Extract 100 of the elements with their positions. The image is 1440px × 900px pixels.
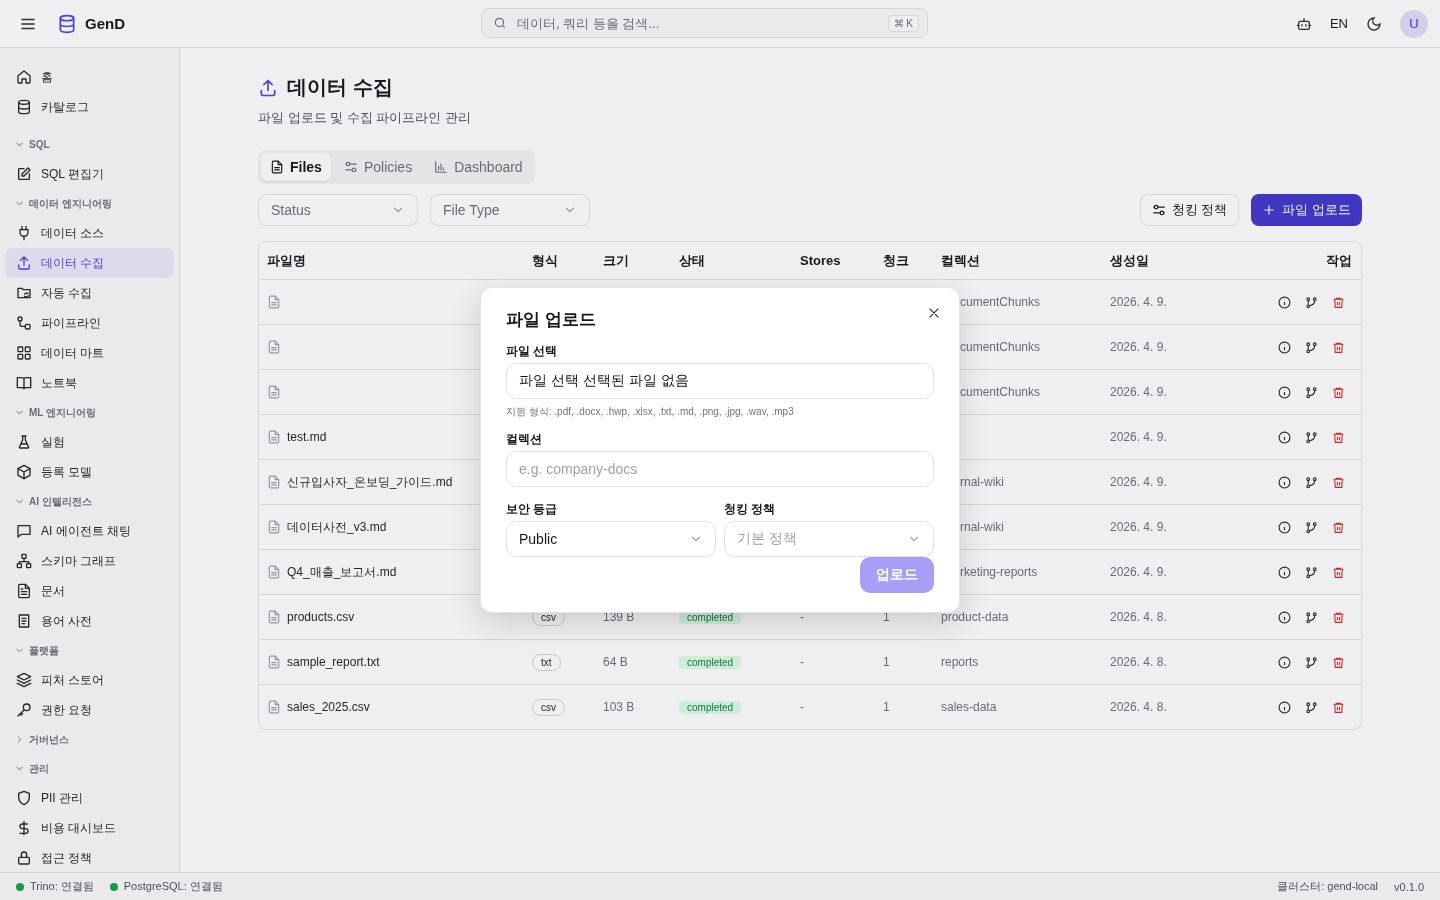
sidebar-item[interactable]: 피처 스토어 <box>5 665 174 695</box>
search-bar[interactable]: 데이터, 쿼리 등을 검색... ⌘ K <box>481 8 928 38</box>
branch-icon[interactable] <box>1305 385 1318 399</box>
collection-field[interactable]: e.g. company-docs <box>506 451 934 487</box>
table-cell-text: sales-data <box>940 700 998 714</box>
table-cell-text: 103 B <box>602 700 636 714</box>
folder-icon <box>16 285 32 301</box>
file-input[interactable]: 파일 선택 선택된 파일 없음 <box>506 363 934 399</box>
filter-dropdown[interactable]: File Type <box>430 194 590 226</box>
branch-icon[interactable] <box>1305 340 1318 354</box>
moon-icon[interactable] <box>1366 15 1382 32</box>
table-cell-text: 2026. 4. 8. <box>1109 700 1168 714</box>
chunking-policy-button[interactable]: 청킹 정책 <box>1139 194 1240 226</box>
column-header: 청크 <box>882 251 910 270</box>
info-icon[interactable] <box>1278 520 1291 534</box>
trash-icon[interactable] <box>1332 610 1345 624</box>
page-subtitle: 파일 업로드 및 수집 파이프라인 관리 <box>258 109 473 127</box>
brand-name: GenD <box>85 15 125 32</box>
section-header[interactable]: 관리 <box>5 754 49 783</box>
branch-icon[interactable] <box>1305 565 1318 579</box>
section-header[interactable]: SQL <box>5 130 50 159</box>
language-button[interactable]: EN <box>1329 16 1348 31</box>
close-icon[interactable] <box>927 306 941 320</box>
trash-icon[interactable] <box>1332 430 1345 444</box>
trash-icon[interactable] <box>1332 565 1345 579</box>
sidebar-item[interactable]: SQL 편집기 <box>5 159 174 189</box>
trash-icon[interactable] <box>1332 295 1345 309</box>
sidebar-item[interactable]: 파이프라인 <box>5 308 174 338</box>
branch-icon[interactable] <box>1305 700 1318 714</box>
sidebar-item[interactable]: 비용 대시보드 <box>5 813 174 843</box>
info-icon[interactable] <box>1278 340 1291 354</box>
branch-icon[interactable] <box>1305 475 1318 489</box>
branch-icon[interactable] <box>1305 295 1318 309</box>
sidebar-item[interactable]: 접근 정책 <box>5 843 174 872</box>
trash-icon[interactable] <box>1332 340 1345 354</box>
info-icon[interactable] <box>1278 385 1291 399</box>
table-cell-text: 2026. 4. 9. <box>1109 520 1168 534</box>
search-icon <box>493 16 507 30</box>
table-cell-text: 1 <box>882 700 891 714</box>
filter-dropdown[interactable]: Status <box>258 194 418 226</box>
sidebar-item[interactable]: 데이터 마트 <box>5 338 174 368</box>
branch-icon[interactable] <box>1305 610 1318 624</box>
info-icon[interactable] <box>1278 430 1291 444</box>
robot-icon[interactable] <box>1295 15 1312 32</box>
tab[interactable]: Policies <box>334 153 422 181</box>
info-icon[interactable] <box>1278 295 1291 309</box>
branch-icon[interactable] <box>1305 430 1318 444</box>
column-header: 형식 <box>531 251 559 270</box>
sidebar-item[interactable]: 카탈로그 <box>5 92 174 122</box>
info-icon[interactable] <box>1278 655 1291 669</box>
sidebar-item[interactable]: 홈 <box>5 62 174 92</box>
section-header[interactable]: ML 엔지니어링 <box>5 398 97 427</box>
sidebar-item[interactable]: AI 에이전트 채팅 <box>5 516 174 546</box>
tab[interactable]: Files <box>261 153 331 181</box>
trash-icon[interactable] <box>1332 700 1345 714</box>
branch-icon[interactable] <box>1305 520 1318 534</box>
shortcut-hint: ⌘ K <box>887 14 919 32</box>
trash-icon[interactable] <box>1332 475 1345 489</box>
security-dropdown[interactable]: Public <box>506 521 716 557</box>
layers-icon <box>16 672 32 688</box>
sidebar-item[interactable]: PII 관리 <box>5 783 174 813</box>
pencil-icon <box>16 166 32 182</box>
info-icon[interactable] <box>1278 475 1291 489</box>
sidebar-item[interactable]: 데이터 소스 <box>5 218 174 248</box>
info-icon[interactable] <box>1278 700 1291 714</box>
branch-icon[interactable] <box>1305 655 1318 669</box>
file-name: 신규입사자_온보딩_가이드.md <box>287 473 453 491</box>
nodes-icon <box>16 315 32 331</box>
sliders-icon <box>1151 203 1166 217</box>
trash-icon[interactable] <box>1332 655 1345 669</box>
table-cell-text: 2026. 4. 8. <box>1109 655 1168 669</box>
table-cell-text: 2026. 4. 8. <box>1109 610 1168 624</box>
trash-icon[interactable] <box>1332 385 1345 399</box>
sidebar-item[interactable]: 실험 <box>5 427 174 457</box>
info-icon[interactable] <box>1278 610 1291 624</box>
home-icon <box>16 69 32 85</box>
upload-button[interactable]: 파일 업로드 <box>1251 194 1362 226</box>
section-header[interactable]: AI 인텔리전스 <box>5 487 92 516</box>
section-header[interactable]: 데이터 엔지니어링 <box>5 189 112 218</box>
tab[interactable]: Dashboard <box>425 153 532 181</box>
trash-icon[interactable] <box>1332 520 1345 534</box>
sidebar-item[interactable]: 데이터 수집 <box>5 248 174 278</box>
sidebar-item[interactable]: 노트북 <box>5 368 174 398</box>
column-header: 작업 <box>1325 251 1353 270</box>
info-icon[interactable] <box>1278 565 1291 579</box>
sidebar-item[interactable]: 용어 사전 <box>5 606 174 636</box>
section-header[interactable]: 플랫폼 <box>5 636 59 665</box>
sidebar-item[interactable]: 문서 <box>5 576 174 606</box>
sidebar-item[interactable]: 스키마 그래프 <box>5 546 174 576</box>
sidebar-item[interactable]: 등록 모델 <box>5 457 174 487</box>
sidebar-item[interactable]: 자동 수집 <box>5 278 174 308</box>
column-header: 파일명 <box>266 251 307 270</box>
user-avatar[interactable]: U <box>1400 9 1428 38</box>
table-cell-text: 2026. 4. 9. <box>1109 565 1168 579</box>
table-cell-text: 1 <box>882 655 891 669</box>
section-header[interactable]: 거버넌스 <box>5 725 69 754</box>
file-icon <box>267 340 281 354</box>
search-field[interactable]: 데이터, 쿼리 등을 검색... <box>515 14 880 32</box>
sidebar-item[interactable]: 권한 요청 <box>5 695 174 725</box>
table-cell-text: 2026. 4. 9. <box>1109 340 1168 354</box>
